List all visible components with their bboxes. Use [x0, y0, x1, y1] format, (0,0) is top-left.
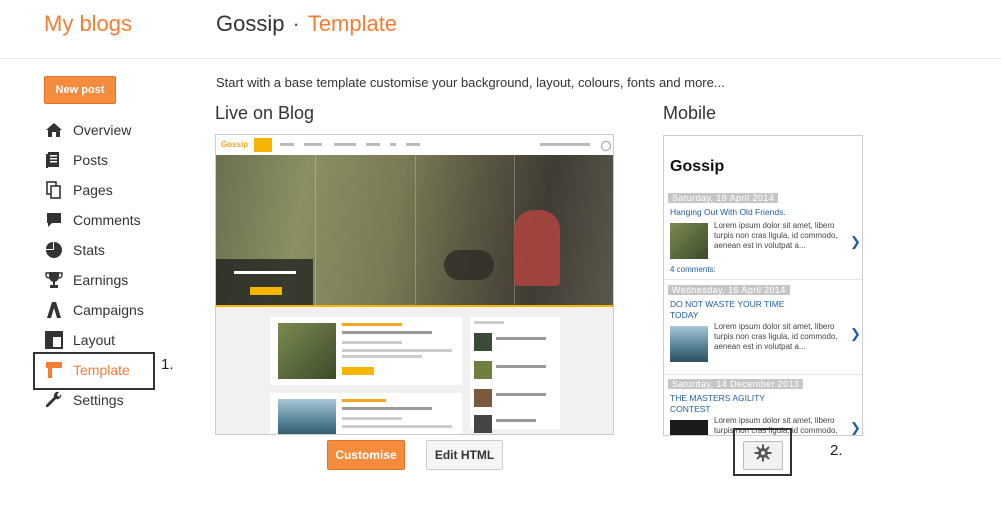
sidebar-item-campaigns[interactable]: Campaigns — [44, 295, 174, 325]
chevron-right-icon[interactable]: ❯ — [850, 234, 861, 250]
preview-nav-link — [366, 143, 380, 146]
desktop-preview[interactable]: Gossip — [215, 134, 614, 435]
preview-content — [216, 307, 613, 434]
preview-nav-link — [390, 143, 396, 146]
mobile-post-thumb — [670, 420, 708, 435]
mobile-post-title[interactable]: Hanging Out With Old Friends. — [670, 207, 786, 218]
preview-logo: Gossip — [221, 140, 249, 149]
chevron-right-icon[interactable]: ❯ — [850, 326, 861, 342]
preview-nav-link — [334, 143, 356, 146]
preview-sidebar — [470, 317, 560, 433]
chevron-right-icon[interactable]: ❯ — [850, 420, 861, 435]
trophy-icon — [44, 270, 64, 290]
top-bar: My blogs Gossip · Template — [0, 0, 1001, 59]
breadcrumb-separator: · — [292, 11, 300, 36]
sidebar-item-label: Layout — [73, 332, 116, 348]
my-blogs-link[interactable]: My blogs — [44, 11, 132, 37]
mobile-post-date: Wednesday, 16 April 2014 — [668, 285, 790, 295]
sidebar-item-label: Campaigns — [73, 302, 144, 318]
preview-hero-caption — [216, 259, 313, 307]
sidebar-item-label: Earnings — [73, 272, 129, 288]
preview-search-icon — [601, 141, 611, 151]
sidebar-item-label: Settings — [73, 392, 124, 408]
customise-button[interactable]: Customise — [327, 440, 405, 470]
divider — [664, 374, 862, 375]
mobile-post-excerpt: Lorem ipsum dolor sit amet, libero turpi… — [714, 322, 838, 351]
divider — [664, 279, 862, 280]
preview-post-thumb — [278, 399, 336, 434]
sidebar-item-comments[interactable]: Comments — [44, 205, 174, 235]
mobile-post-title[interactable]: DO NOT WASTE YOUR TIME TODAY — [670, 299, 790, 321]
sidebar-item-pages[interactable]: Pages — [44, 175, 174, 205]
home-icon — [44, 120, 64, 140]
preview-post-card — [270, 393, 462, 434]
wrench-icon — [44, 390, 64, 410]
preview-hero-dog — [444, 250, 494, 280]
preview-hero-person — [514, 210, 560, 286]
mobile-settings-button[interactable] — [743, 441, 783, 470]
annotation-box-template — [33, 352, 155, 390]
mobile-blog-title: Gossip — [670, 158, 725, 175]
intro-text: Start with a base template customise you… — [216, 75, 725, 90]
campaigns-icon — [44, 300, 64, 320]
mobile-post-date: Saturday, 14 December 2013 — [668, 379, 804, 389]
sidebar-item-label: Overview — [73, 122, 132, 138]
sidebar-item-posts[interactable]: Posts — [44, 145, 174, 175]
mobile-post-comments[interactable]: 4 comments: — [670, 265, 716, 274]
sidebar-item-layout[interactable]: Layout — [44, 325, 174, 355]
comments-icon — [44, 210, 64, 230]
preview-home-tab — [254, 138, 272, 152]
mobile-post-thumb — [670, 326, 708, 362]
sidebar-item-earnings[interactable]: Earnings — [44, 265, 174, 295]
sidebar-item-label: Comments — [73, 212, 141, 228]
blog-name[interactable]: Gossip — [216, 11, 284, 36]
preview-hero-image — [216, 155, 613, 307]
preview-nav-link — [280, 143, 294, 146]
sidebar-item-overview[interactable]: Overview — [44, 115, 174, 145]
annotation-label-1: 1. — [161, 356, 174, 373]
layout-icon — [44, 330, 64, 350]
mobile-preview[interactable]: Gossip Saturday, 19 April 2014 Hanging O… — [663, 135, 863, 436]
pages-icon — [44, 180, 64, 200]
live-on-blog-title: Live on Blog — [215, 103, 315, 123]
mobile-post-excerpt: Lorem ipsum dolor sit amet, libero turpi… — [714, 221, 838, 250]
annotation-label-2: 2. — [830, 442, 843, 459]
mobile-post-thumb — [670, 223, 708, 259]
sidebar-item-label: Stats — [73, 242, 105, 258]
stats-icon — [44, 240, 64, 260]
preview-nav-link — [304, 143, 322, 146]
edit-html-button[interactable]: Edit HTML — [426, 440, 503, 470]
sidebar-item-label: Pages — [73, 182, 113, 198]
gear-icon — [754, 444, 772, 467]
posts-icon — [44, 150, 64, 170]
preview-navbar: Gossip — [216, 135, 613, 156]
mobile-title: Mobile — [663, 103, 717, 123]
sidebar-item-stats[interactable]: Stats — [44, 235, 174, 265]
page-title: Template — [307, 11, 398, 36]
preview-post-thumb — [278, 323, 336, 379]
preview-social-icons — [540, 143, 590, 146]
mobile-post-title[interactable]: THE MASTERS AGILITY CONTEST — [670, 393, 780, 415]
new-post-button[interactable]: New post — [44, 76, 116, 104]
preview-nav-link — [406, 143, 420, 146]
breadcrumb: Gossip · Template — [216, 11, 397, 37]
preview-post-card — [270, 317, 462, 385]
sidebar-item-label: Posts — [73, 152, 109, 168]
mobile-post-date: Saturday, 19 April 2014 — [668, 193, 779, 203]
